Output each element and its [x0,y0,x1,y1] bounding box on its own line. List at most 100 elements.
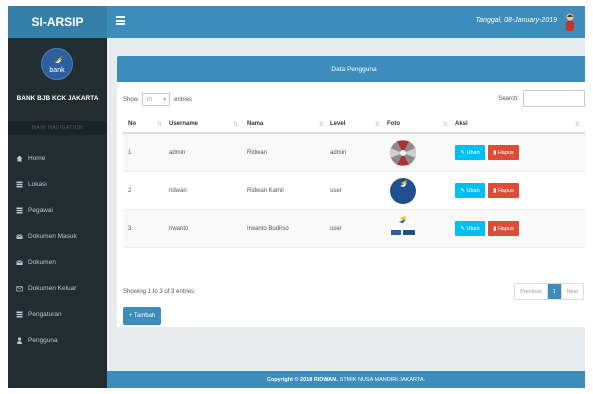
sort-icon[interactable]: ⇅ [233,121,238,128]
sidebar-item-label: Dokumen [28,258,56,266]
sidebar-item-dokumen[interactable]: Dokumen [8,253,107,271]
cell-foto [387,172,419,209]
sidebar-item-pengaturan[interactable]: Pengaturan [8,305,107,323]
trash-icon: ▮ [493,225,497,232]
pagination: Previous 1 Next [514,283,584,300]
cell-actions: ✎ Ubah ▮ Hapus [455,210,522,247]
entries-select[interactable]: 10 ▾ [142,93,171,106]
delete-button[interactable]: ▮ Hapus [488,221,519,236]
sort-icon[interactable]: ⇅ [157,121,162,128]
table-header: No ⇅ Username ⇅ Nama ⇅ Level ⇅ Foto ⇅ Ak… [123,115,585,134]
delete-button-label: Hapus [497,225,514,232]
cell-username: ridwan [169,187,187,194]
chevron-down-icon: ▾ [163,96,167,103]
sidebar-item-label: Pengguna [28,336,58,344]
delete-button-label: Hapus [497,187,514,194]
trash-icon: ▮ [493,187,497,194]
sidebar-item-lokasi[interactable]: Lokasi [8,175,107,193]
app-window: SI-ARSIP Tanggal, 08-January-2019 bank B… [8,6,585,388]
cell-level: user [330,187,342,194]
cell-nama: Irwanto Budirso [247,225,289,232]
bank-bjb-logo-round [390,177,416,204]
list-icon [16,207,23,213]
app-brand[interactable]: SI-ARSIP [8,6,107,38]
column-header-foto[interactable]: Foto [387,115,400,132]
sort-icon[interactable]: ⇅ [319,121,324,128]
sidebar-item-home[interactable]: Home [8,149,107,167]
copyright-rest: STMIK NUSA MANDIRI JAKARTA. [339,376,426,383]
cell-username: irwanto [169,225,189,232]
page-footer: Copyright © 2018 RIDWAN. STMIK NUSA MAND… [107,371,585,388]
sidebar-item-label: Home [28,154,46,162]
cell-level: admin [330,149,347,156]
length-control: Show 10 ▾ entries [123,93,192,106]
edit-button[interactable]: ✎ Ubah [455,221,485,236]
current-date: Tanggal, 08-January-2019 [475,17,557,24]
cell-no: 2 [128,187,132,194]
sidebar-item-label: Dokumen Masuk [28,232,77,240]
copyright-strong: Copyright © 2018 RIDWAN. [266,376,338,383]
cell-username: admin [169,149,186,156]
home-icon [16,155,23,161]
sidebar-item-pegawai[interactable]: Pegawai [8,201,107,219]
sidebar-item-pengguna[interactable]: Pengguna [8,331,107,349]
table-info: Showing 1 to 3 of 3 entries [123,289,195,295]
sidebar-item-dokumen-masuk[interactable]: Dokumen Masuk [8,227,107,245]
entries-select-value: 10 [146,96,153,103]
plus-icon: + [128,313,133,319]
column-header-aksi[interactable]: Aksi [455,115,468,132]
top-navbar: SI-ARSIP Tanggal, 08-January-2019 [8,6,585,38]
edit-button-label: Ubah [466,187,480,194]
envelope-icon [16,233,23,239]
cell-nama: Ridwan Kamil [247,187,284,194]
add-button[interactable]: + Tambah [123,307,161,325]
envelope-icon [16,259,23,265]
cell-foto [387,210,419,247]
column-header-no[interactable]: No [128,115,136,132]
sidebar-item-dokumen-keluar[interactable]: Dokumen Keluar [8,279,107,297]
edit-button[interactable]: ✎ Ubah [455,183,485,198]
bank-logo-wing-icon [55,56,62,63]
edit-button-label: Ubah [466,149,480,156]
bank-logo-text: bank [49,67,65,74]
column-header-level[interactable]: Level [330,115,345,132]
user-avatar-icon[interactable] [564,13,576,31]
trash-icon: ▮ [493,149,497,156]
sort-icon[interactable]: ⇅ [375,121,380,128]
edit-icon: ✎ [460,187,465,194]
bank-logo: bank [41,48,73,80]
cell-nama: Ridwan [247,149,268,156]
cell-no: 3 [128,225,132,232]
delete-button[interactable]: ▮ Hapus [488,183,519,198]
table-row: 1 admin Ridwan admin ✎ Ubah ▮ Hapus [123,134,585,172]
user-icon [17,336,22,344]
bank-bjb-logo [390,215,416,238]
sidebar-item-label: Pengaturan [28,310,62,318]
photo-icon [390,139,416,166]
edit-button-label: Ubah [466,225,480,232]
data-panel: Data Pengguna Show 10 ▾ entries Search: … [117,56,585,327]
edit-icon: ✎ [460,225,465,232]
table-row: 3 irwanto Irwanto Budirso user ✎ Ubah ▮ … [123,210,585,248]
organization-name: BANK BJB KCK JAKARTA [16,95,99,102]
delete-button[interactable]: ▮ Hapus [488,145,519,160]
edit-button[interactable]: ✎ Ubah [455,145,485,160]
cell-no: 1 [128,149,132,156]
column-header-username[interactable]: Username [169,115,198,132]
sort-icon[interactable]: ⇅ [575,121,580,128]
pagination-next[interactable]: Next [562,284,583,299]
nav-header: MAIN NAVIGATION [8,121,107,135]
sidebar: bank BANK BJB KCK JAKARTA MAIN NAVIGATIO… [8,38,107,388]
search-input[interactable] [523,90,585,107]
column-header-nama[interactable]: Nama [247,115,263,132]
pagination-previous[interactable]: Previous [515,284,548,299]
panel-title: Data Pengguna [117,56,585,82]
table-icon [16,181,23,187]
pagination-page-1[interactable]: 1 [547,284,562,299]
table-row: 2 ridwan Ridwan Kamil user ✎ Ubah ▮ Hapu… [123,172,585,210]
sort-icon[interactable]: ⇅ [443,121,448,128]
sidebar-toggle-icon[interactable] [116,16,125,25]
sidebar-item-label: Dokumen Keluar [28,284,77,292]
entries-label: entries [174,96,193,103]
search-label: Search: [498,95,519,102]
